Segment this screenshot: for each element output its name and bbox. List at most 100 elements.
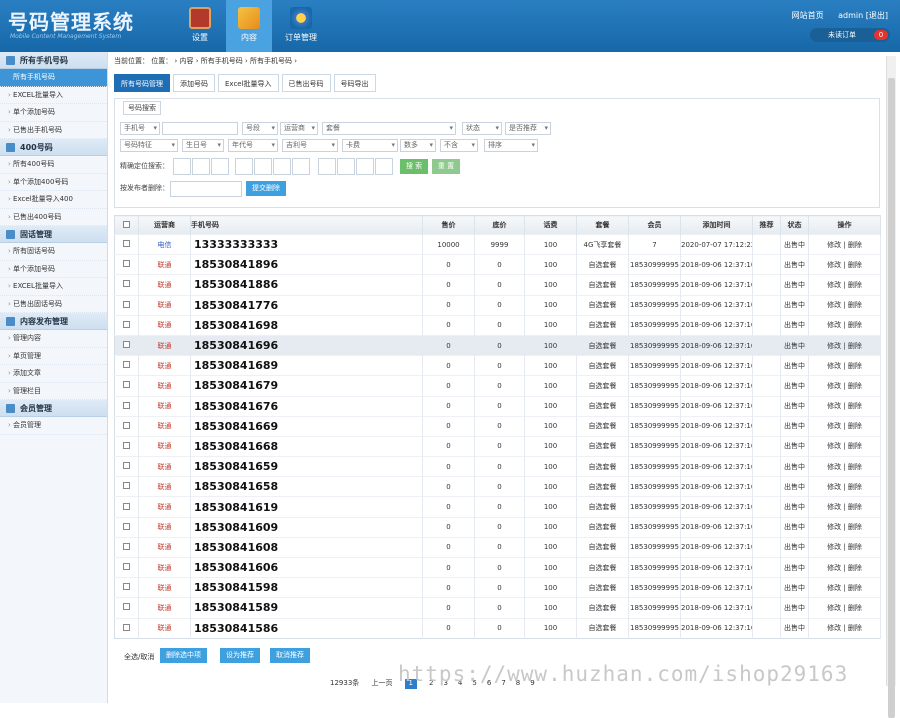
position-digit-box[interactable] [173, 158, 191, 175]
delete-selected-button[interactable]: 删除选中项 [160, 648, 207, 663]
scrollbar[interactable] [886, 56, 896, 718]
actions-cell[interactable]: 修改 | 删除 [808, 375, 881, 396]
sidebar-item[interactable]: 单个添加号码 [0, 104, 107, 122]
recommend-select[interactable]: 是否推荐 [505, 122, 551, 135]
actions-cell[interactable]: 修改 | 删除 [808, 456, 881, 477]
row-checkbox[interactable] [123, 603, 130, 611]
actions-cell[interactable]: 修改 | 删除 [808, 435, 881, 457]
actions-cell[interactable]: 修改 | 删除 [808, 496, 881, 518]
select-all-toggle[interactable]: 全选/取消 [124, 653, 154, 661]
actions-cell[interactable]: 修改 | 删除 [808, 314, 881, 336]
sidebar-item[interactable]: 所有手机号码 [0, 69, 107, 87]
actions-cell[interactable]: 修改 | 删除 [808, 476, 881, 497]
position-digit-box[interactable] [192, 158, 210, 175]
birthday-select[interactable]: 生日号 [182, 139, 224, 152]
actions-cell[interactable]: 修改 | 删除 [808, 395, 881, 417]
set-recommend-button[interactable]: 设为推荐 [220, 648, 260, 663]
sidebar-item[interactable]: 所有固话号码 [0, 243, 107, 261]
tab-all-numbers[interactable]: 所有号码管理 [114, 74, 170, 92]
row-checkbox[interactable] [123, 320, 130, 328]
sidebar-item[interactable]: 所有400号码 [0, 156, 107, 174]
table-row[interactable]: 联通 18530841886 0 0 100 自选套餐 18530999995 2018-09… [114, 274, 881, 296]
row-checkbox[interactable] [123, 441, 130, 449]
table-row[interactable]: 联通 18530841609 0 0 100 自选套餐 18530999995 2018-09… [114, 516, 881, 538]
site-home-link[interactable]: 网站首页 [792, 11, 824, 20]
sidebar-item[interactable]: Excel批量导入400 [0, 191, 107, 209]
feature-select[interactable]: 号码特征 [120, 139, 178, 152]
actions-cell[interactable]: 修改 | 删除 [808, 556, 881, 578]
row-checkbox[interactable] [123, 300, 130, 308]
row-checkbox[interactable] [123, 401, 130, 409]
row-checkbox[interactable] [123, 341, 130, 349]
position-digit-box[interactable] [337, 158, 355, 175]
table-row[interactable]: 电信 13333333333 10000 9999 100 4G飞享套餐 7 2020-07-… [114, 233, 881, 255]
table-row[interactable]: 联通 18530841669 0 0 100 自选套餐 18530999995 2018-09… [114, 415, 881, 437]
row-checkbox[interactable] [123, 482, 130, 490]
sidebar-item[interactable]: 管理内容 [0, 330, 107, 348]
sidebar-group[interactable]: 固话管理 [0, 226, 107, 243]
position-digit-box[interactable] [273, 158, 291, 175]
tab-excel-import[interactable]: Excel批量导入 [218, 74, 279, 92]
table-row[interactable]: 联通 18530841659 0 0 100 自选套餐 18530999995 2018-09… [114, 456, 881, 477]
reset-button[interactable]: 重 置 [432, 159, 460, 174]
prev-page-link[interactable]: 上一页 [372, 679, 393, 687]
actions-cell[interactable]: 修改 | 删除 [808, 577, 881, 598]
sidebar-group[interactable]: 所有手机号码 [0, 52, 107, 69]
publisher-input[interactable] [170, 181, 242, 197]
table-row[interactable]: 联通 18530841696 0 0 100 自选套餐 18530999995 2018-09… [114, 334, 881, 356]
row-checkbox[interactable] [123, 583, 130, 591]
table-row[interactable]: 联通 18530841689 0 0 100 自选套餐 18530999995 2018-09… [114, 355, 881, 376]
sidebar-item[interactable]: EXCEL批量导入 [0, 87, 107, 104]
table-row[interactable]: 联通 18530841668 0 0 100 自选套餐 18530999995 2018-09… [114, 435, 881, 457]
actions-cell[interactable]: 修改 | 删除 [808, 536, 881, 558]
sidebar-item[interactable]: 已售出手机号码 [0, 122, 107, 139]
position-digit-box[interactable] [375, 158, 393, 175]
card-fee-select[interactable]: 卡费 [342, 139, 398, 152]
row-checkbox[interactable] [123, 240, 130, 248]
sort-select[interactable]: 排序 [484, 139, 538, 152]
tab-export-numbers[interactable]: 号码导出 [333, 74, 376, 92]
table-row[interactable]: 联通 18530841776 0 0 100 自选套餐 18530999995 2018-09… [114, 294, 881, 316]
sidebar-item[interactable]: EXCEL批量导入 [0, 278, 107, 296]
select-all-checkbox[interactable] [123, 220, 130, 228]
actions-cell[interactable]: 修改 | 删除 [808, 233, 881, 255]
position-digit-box[interactable] [211, 158, 229, 175]
segment-select[interactable]: 号段 [242, 122, 278, 135]
table-row[interactable]: 联通 18530841608 0 0 100 自选套餐 18530999995 2018-09… [114, 536, 881, 558]
sidebar-item[interactable]: 已售出固话号码 [0, 296, 107, 313]
sidebar-group[interactable]: 内容发布管理 [0, 313, 107, 330]
unread-orders-button[interactable]: 未读订单 0 [810, 28, 890, 42]
position-digit-box[interactable] [254, 158, 272, 175]
sidebar-item[interactable]: 单个添加400号码 [0, 174, 107, 191]
package-select[interactable]: 套餐 [322, 122, 456, 135]
submit-delete-button[interactable]: 提交删除 [246, 181, 286, 196]
position-digit-box[interactable] [292, 158, 310, 175]
table-row[interactable]: 联通 18530841698 0 0 100 自选套餐 18530999995 2018-09… [114, 314, 881, 336]
nav-content[interactable]: 内容 [226, 0, 272, 52]
phone-field-select[interactable]: 手机号 [120, 122, 160, 135]
sidebar-item[interactable]: 单个添加号码 [0, 261, 107, 278]
sidebar-item[interactable]: 已售出400号码 [0, 209, 107, 226]
actions-cell[interactable]: 修改 | 删除 [808, 597, 881, 619]
exclude-select[interactable]: 不含 [440, 139, 478, 152]
table-row[interactable]: 联通 18530841598 0 0 100 自选套餐 18530999995 2018-09… [114, 577, 881, 598]
sidebar-item[interactable]: 管理栏目 [0, 383, 107, 400]
year-select[interactable]: 年代号 [228, 139, 278, 152]
actions-cell[interactable]: 修改 | 删除 [808, 355, 881, 376]
actions-cell[interactable]: 修改 | 删除 [808, 415, 881, 437]
table-row[interactable]: 联通 18530841896 0 0 100 自选套餐 18530999995 2018-09… [114, 254, 881, 275]
actions-cell[interactable]: 修改 | 删除 [808, 274, 881, 296]
logout-link[interactable]: admin [退出] [838, 11, 888, 20]
actions-cell[interactable]: 修改 | 删除 [808, 254, 881, 275]
row-checkbox[interactable] [123, 542, 130, 550]
more-digit-select[interactable]: 数多 [400, 139, 436, 152]
phone-input[interactable] [162, 122, 238, 135]
tab-add-number[interactable]: 添加号码 [173, 74, 215, 92]
table-row[interactable]: 联通 18530841589 0 0 100 自选套餐 18530999995 2018-09… [114, 597, 881, 619]
table-row[interactable]: 联通 18530841586 0 0 100 自选套餐 18530999995 2018-09… [114, 617, 881, 639]
carrier-select[interactable]: 运营商 [280, 122, 318, 135]
table-row[interactable]: 联通 18530841679 0 0 100 自选套餐 18530999995 2018-09… [114, 375, 881, 396]
table-row[interactable]: 联通 18530841676 0 0 100 自选套餐 18530999995 2018-09… [114, 395, 881, 417]
row-checkbox[interactable] [123, 280, 130, 288]
row-checkbox[interactable] [123, 623, 130, 631]
